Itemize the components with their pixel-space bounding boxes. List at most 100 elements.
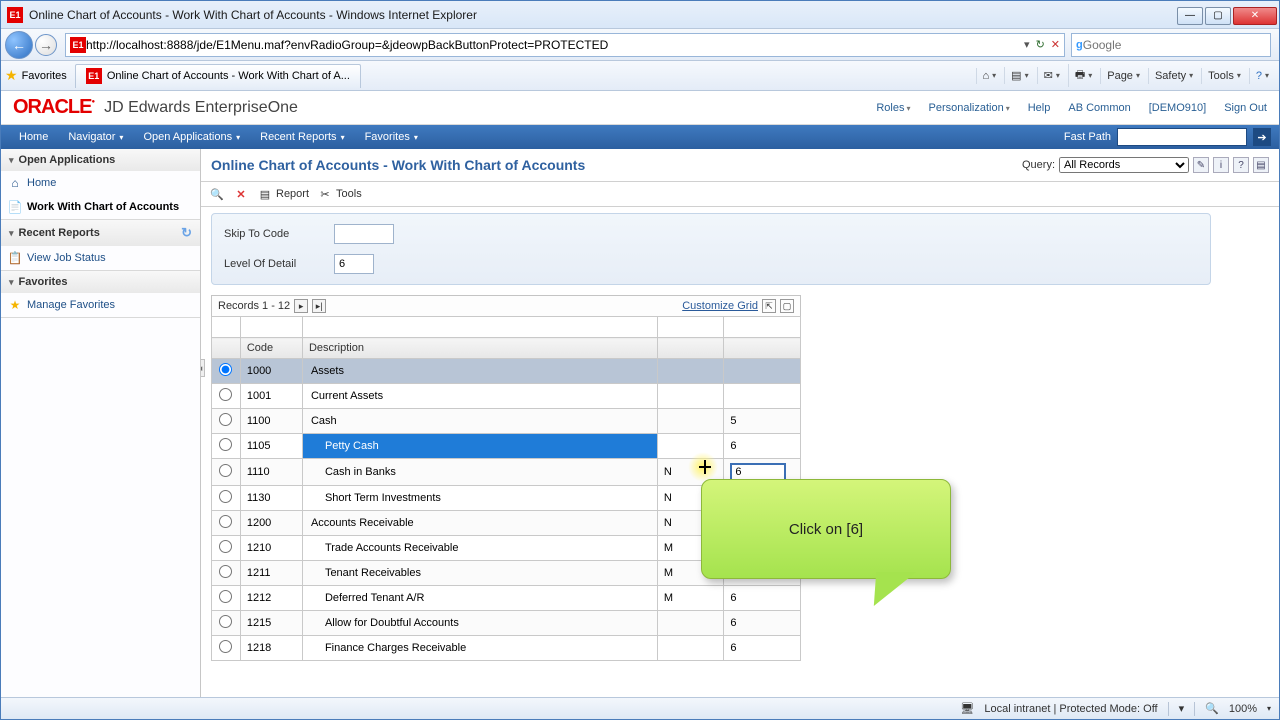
search-input[interactable] xyxy=(1083,38,1266,52)
row-radio[interactable] xyxy=(219,640,232,653)
cell-code[interactable]: 1210 xyxy=(240,536,302,561)
table-row[interactable]: 1212Deferred Tenant A/RM6 xyxy=(212,586,801,611)
favorites-star-icon[interactable]: ★ xyxy=(5,67,18,84)
print-button[interactable]: 🖶▾ xyxy=(1068,64,1098,87)
cell-pe[interactable] xyxy=(657,359,724,384)
address-bar[interactable]: E1 ▾ ↻ ✕ xyxy=(65,33,1065,57)
close-form-button[interactable]: ✕ xyxy=(233,186,249,202)
mail-button[interactable]: ✉▾ xyxy=(1037,67,1066,84)
cell-description[interactable]: Tenant Receivables xyxy=(302,561,657,586)
row-radio[interactable] xyxy=(219,540,232,553)
search-box[interactable]: g xyxy=(1071,33,1271,57)
sidebar-item-viewjob[interactable]: 📋View Job Status xyxy=(1,246,200,270)
cell-description[interactable]: Cash in Banks xyxy=(302,459,657,486)
sidebar-item-managefav[interactable]: ★Manage Favorites xyxy=(1,293,200,317)
level-of-detail-input[interactable] xyxy=(334,254,374,274)
zoom-dropdown[interactable]: ▾ xyxy=(1267,704,1271,713)
filter-lod[interactable] xyxy=(726,319,798,335)
row-radio[interactable] xyxy=(219,464,232,477)
row-radio[interactable] xyxy=(219,615,232,628)
personalization-menu[interactable]: Personalization▾ xyxy=(929,102,1010,114)
query-save-icon[interactable]: ✎ xyxy=(1193,157,1209,173)
cell-code[interactable]: 1212 xyxy=(240,586,302,611)
sidebar-recent-header[interactable]: ▾Recent Reports↻ xyxy=(1,220,200,246)
row-radio[interactable] xyxy=(219,590,232,603)
menu-recent-reports[interactable]: Recent Reports▾ xyxy=(250,127,354,147)
row-radio[interactable] xyxy=(219,490,232,503)
fastpath-input[interactable] xyxy=(1117,128,1247,146)
cell-pe[interactable] xyxy=(657,434,724,459)
find-button[interactable]: 🔍 xyxy=(209,186,225,202)
fastpath-go-button[interactable]: ➔ xyxy=(1253,128,1271,146)
close-button[interactable]: ✕ xyxy=(1233,7,1277,25)
tools-menu[interactable]: Tools▾ xyxy=(1201,68,1247,84)
skip-to-code-input[interactable] xyxy=(334,224,394,244)
cell-description[interactable]: Current Assets xyxy=(302,384,657,409)
cell-lod[interactable] xyxy=(724,384,801,409)
table-row[interactable]: 1215Allow for Doubtful Accounts 6 xyxy=(212,611,801,636)
menu-open-apps[interactable]: Open Applications▾ xyxy=(133,127,250,147)
row-radio[interactable] xyxy=(219,438,232,451)
cell-pe[interactable] xyxy=(657,384,724,409)
back-button[interactable]: ← xyxy=(5,31,33,59)
refresh-icon[interactable]: ↻ xyxy=(181,225,192,241)
help-link[interactable]: Help xyxy=(1028,102,1051,114)
menu-favorites[interactable]: Favorites▾ xyxy=(355,127,428,147)
cell-description[interactable]: Petty Cash xyxy=(302,434,657,459)
cell-description[interactable]: Trade Accounts Receivable xyxy=(302,536,657,561)
cell-code[interactable]: 1130 xyxy=(240,486,302,511)
cell-description[interactable]: Cash xyxy=(302,409,657,434)
cell-code[interactable]: 1218 xyxy=(240,636,302,661)
table-row[interactable]: 1218Finance Charges Receivable 6 xyxy=(212,636,801,661)
menu-navigator[interactable]: Navigator▾ xyxy=(58,127,133,147)
dropdown-icon[interactable]: ▾ xyxy=(1024,38,1030,51)
tools-button[interactable]: ✂Tools xyxy=(317,186,362,202)
row-radio[interactable] xyxy=(219,515,232,528)
favorites-label[interactable]: Favorites xyxy=(22,70,67,82)
table-row[interactable]: 1100Cash5 xyxy=(212,409,801,434)
row-radio[interactable] xyxy=(219,363,232,376)
help-menu-button[interactable]: ?▾ xyxy=(1249,68,1275,84)
cell-description[interactable]: Finance Charges Receivable xyxy=(302,636,657,661)
cell-code[interactable]: 1215 xyxy=(240,611,302,636)
zoom-level[interactable]: 100% xyxy=(1229,703,1257,715)
export-icon[interactable]: ⇱ xyxy=(762,299,776,313)
cell-description[interactable]: Short Term Investments xyxy=(302,486,657,511)
cell-code[interactable]: 1000 xyxy=(240,359,302,384)
cell-pe[interactable] xyxy=(657,611,724,636)
table-row[interactable]: 1001Current Assets xyxy=(212,384,801,409)
maximize-button[interactable]: ▢ xyxy=(1205,7,1231,25)
sidebar-item-home[interactable]: ⌂Home xyxy=(1,171,200,195)
row-radio[interactable] xyxy=(219,565,232,578)
cell-lod[interactable]: 6 xyxy=(724,434,801,459)
cell-code[interactable]: 1105 xyxy=(240,434,302,459)
sidebar-open-apps-header[interactable]: ▾Open Applications xyxy=(1,149,200,171)
minimize-button[interactable]: — xyxy=(1177,7,1203,25)
cell-lod[interactable]: 6 xyxy=(724,636,801,661)
table-row[interactable]: 1000Assets xyxy=(212,359,801,384)
browser-tab[interactable]: E1 Online Chart of Accounts - Work With … xyxy=(75,64,361,88)
filter-desc[interactable] xyxy=(305,319,655,335)
sidebar-item-wwcoa[interactable]: 📄Work With Chart of Accounts xyxy=(1,195,200,219)
col-code[interactable]: Code xyxy=(240,338,302,359)
cell-lod[interactable]: 6 xyxy=(724,611,801,636)
cell-description[interactable]: Assets xyxy=(302,359,657,384)
safety-menu[interactable]: Safety▾ xyxy=(1148,68,1199,84)
next-page-button[interactable]: ▸ xyxy=(294,299,308,313)
menu-home[interactable]: Home xyxy=(9,127,58,147)
cell-code[interactable]: 1100 xyxy=(240,409,302,434)
cell-description[interactable]: Deferred Tenant A/R xyxy=(302,586,657,611)
home-dropdown-button[interactable]: ⌂▾ xyxy=(976,68,1003,84)
cell-description[interactable]: Accounts Receivable xyxy=(302,511,657,536)
query-help-icon[interactable]: ? xyxy=(1233,157,1249,173)
cell-code[interactable]: 1110 xyxy=(240,459,302,486)
maximize-grid-icon[interactable]: ▢ xyxy=(780,299,794,313)
row-radio[interactable] xyxy=(219,413,232,426)
cell-lod[interactable]: 6 xyxy=(724,586,801,611)
splitter-handle[interactable]: ◂ xyxy=(201,359,205,377)
cell-description[interactable]: Allow for Doubtful Accounts xyxy=(302,611,657,636)
stop-icon[interactable]: ✕ xyxy=(1051,38,1060,51)
url-input[interactable] xyxy=(86,35,1024,55)
query-info-icon[interactable]: i xyxy=(1213,157,1229,173)
col-lod[interactable] xyxy=(724,338,801,359)
